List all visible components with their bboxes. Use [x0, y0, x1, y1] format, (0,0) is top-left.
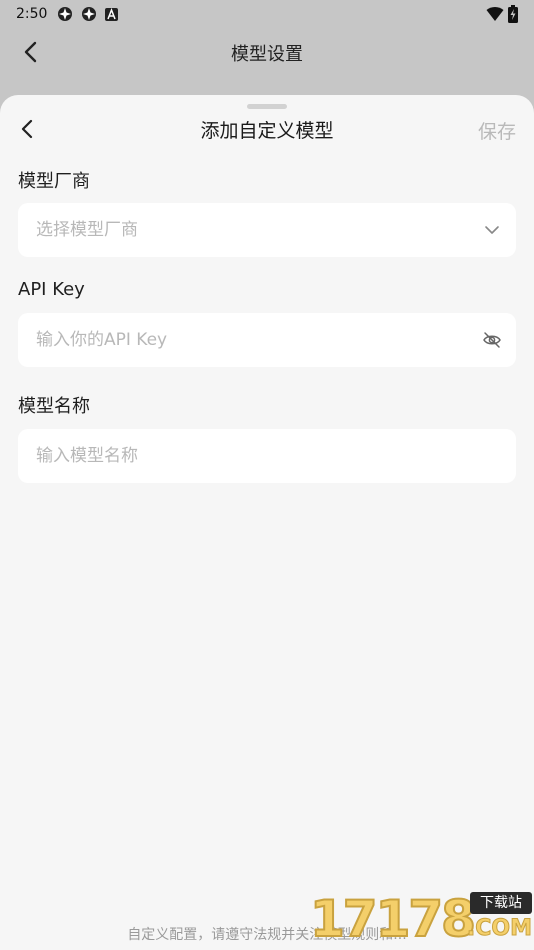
sheet-drag-handle[interactable] — [247, 104, 287, 109]
model-name-field[interactable] — [18, 429, 516, 483]
save-button[interactable]: 保存 — [478, 117, 516, 144]
model-name-input[interactable] — [36, 429, 456, 483]
gear-like-app-icon — [82, 7, 97, 21]
api-key-label: API Key — [18, 279, 85, 300]
status-bar: 2:50 — [0, 0, 534, 28]
background-page-title: 模型设置 — [231, 44, 303, 65]
status-left-icons — [57, 6, 119, 22]
model-name-label: 模型名称 — [18, 396, 90, 417]
model-vendor-label: 模型厂商 — [18, 171, 90, 192]
site-watermark-logo: 17178 下载站 .COM — [309, 886, 533, 949]
eye-off-icon[interactable] — [482, 330, 502, 350]
watermark-badge: 下载站 — [470, 892, 532, 914]
watermark-digits: 17178 — [309, 889, 477, 949]
api-key-field[interactable] — [18, 313, 516, 367]
status-right-icons — [486, 5, 518, 23]
a-square-icon — [105, 7, 119, 21]
watermark-domain: .COM — [466, 916, 532, 942]
wifi-icon — [486, 7, 504, 21]
chevron-down-icon[interactable] — [482, 220, 502, 240]
battery-charging-icon — [508, 5, 518, 23]
status-time: 2:50 — [16, 6, 48, 22]
gear-like-app-icon — [58, 7, 73, 21]
sheet-title: 添加自定义模型 — [200, 120, 334, 142]
add-custom-model-sheet: 添加自定义模型 保存 模型厂商 API Key 模型名称 自定义配置，请遵守法规… — [0, 95, 534, 950]
background-header: 模型设置 — [0, 28, 534, 76]
model-vendor-select[interactable] — [18, 203, 516, 257]
api-key-input[interactable] — [36, 313, 456, 367]
model-vendor-input[interactable] — [36, 203, 456, 257]
